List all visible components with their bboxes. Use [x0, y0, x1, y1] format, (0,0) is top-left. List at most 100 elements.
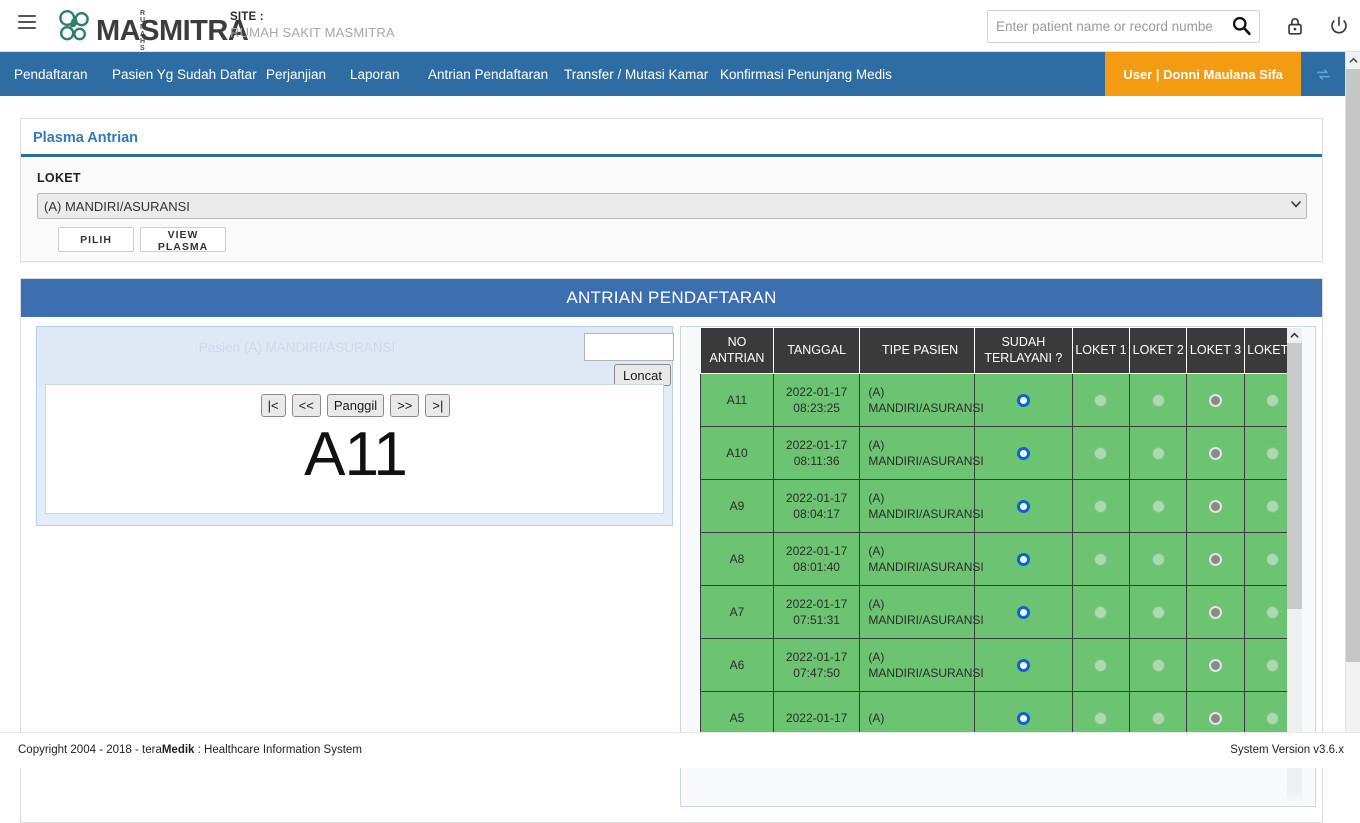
cell-sudah-terlayani-radio[interactable] — [974, 374, 1072, 427]
cell-loket-2-radio[interactable] — [1130, 374, 1187, 427]
cell-sudah-terlayani-radio[interactable] — [974, 533, 1072, 586]
queue-table: NO ANTRIAN TANGGAL TIPE PASIEN SUDAH TER… — [700, 327, 1302, 745]
cell-sudah-terlayani-radio[interactable] — [974, 639, 1072, 692]
power-icon[interactable] — [1328, 15, 1350, 37]
queue-panggil-button[interactable]: Panggil — [327, 394, 384, 417]
table-row[interactable]: A72022-01-1707:51:31(A)MANDIRI/ASURANSI — [701, 586, 1302, 639]
hamburger-menu-icon[interactable] — [18, 15, 38, 35]
radio-selected[interactable] — [1017, 394, 1030, 407]
radio-selected[interactable] — [1017, 712, 1030, 725]
cell-loket-3-radio[interactable] — [1187, 480, 1244, 533]
radio-partial[interactable] — [1209, 712, 1222, 725]
plasma-panel-body: LOKET (A) MANDIRI/ASURANSI PILIH VIEW PL… — [21, 157, 1322, 259]
nav-item-transfer-mutasi-kamar[interactable]: Transfer / Mutasi Kamar — [562, 52, 710, 96]
cell-loket-3-radio[interactable] — [1187, 374, 1244, 427]
table-row[interactable]: A92022-01-1708:04:17(A)MANDIRI/ASURANSI — [701, 480, 1302, 533]
refresh-sync-icon[interactable] — [1301, 52, 1345, 96]
radio-selected[interactable] — [1017, 553, 1030, 566]
radio-partial[interactable] — [1209, 500, 1222, 513]
table-row[interactable]: A62022-01-1707:47:50(A)MANDIRI/ASURANSI — [701, 639, 1302, 692]
radio-unselected[interactable] — [1094, 553, 1107, 566]
page-scroll-thumb[interactable] — [1346, 69, 1360, 662]
cell-loket-3-radio[interactable] — [1187, 427, 1244, 480]
cell-loket-1-radio[interactable] — [1072, 427, 1129, 480]
nav-item-pasien-sudah-daftar[interactable]: Pasien Yg Sudah Daftar — [110, 52, 259, 96]
view-plasma-button[interactable]: VIEW PLASMA — [140, 227, 226, 252]
cell-loket-3-radio[interactable] — [1187, 639, 1244, 692]
nav-item-konfirmasi-penunjang-medis[interactable]: Konfirmasi Penunjang Medis — [718, 52, 894, 96]
radio-unselected[interactable] — [1266, 606, 1279, 619]
search-input[interactable] — [988, 11, 1220, 42]
cell-loket-3-radio[interactable] — [1187, 533, 1244, 586]
radio-selected[interactable] — [1017, 606, 1030, 619]
radio-unselected[interactable] — [1094, 500, 1107, 513]
table-scroll-up-arrow[interactable] — [1287, 328, 1302, 343]
radio-unselected[interactable] — [1266, 712, 1279, 725]
cell-loket-2-radio[interactable] — [1130, 586, 1187, 639]
radio-partial[interactable] — [1209, 606, 1222, 619]
radio-unselected[interactable] — [1152, 394, 1165, 407]
queue-prev-button[interactable]: << — [292, 394, 321, 417]
page-scrollbar[interactable] — [1345, 52, 1360, 768]
queue-first-button[interactable]: |< — [261, 394, 286, 417]
brand-logo[interactable]: R U M A H S A K I T MASMITRA — [54, 3, 96, 49]
radio-unselected[interactable] — [1094, 447, 1107, 460]
nav-item-antrian-pendaftaran[interactable]: Antrian Pendaftaran — [426, 52, 550, 96]
radio-unselected[interactable] — [1152, 553, 1165, 566]
radio-unselected[interactable] — [1094, 712, 1107, 725]
search-icon[interactable] — [1229, 15, 1253, 39]
radio-unselected[interactable] — [1152, 659, 1165, 672]
radio-unselected[interactable] — [1266, 659, 1279, 672]
nav-item-perjanjian[interactable]: Perjanjian — [264, 52, 328, 96]
cell-loket-2-radio[interactable] — [1130, 533, 1187, 586]
radio-unselected[interactable] — [1152, 447, 1165, 460]
lock-icon[interactable] — [1284, 15, 1306, 37]
radio-selected[interactable] — [1017, 659, 1030, 672]
table-row[interactable]: A82022-01-1708:01:40(A)MANDIRI/ASURANSI — [701, 533, 1302, 586]
cell-loket-2-radio[interactable] — [1130, 639, 1187, 692]
cell-sudah-terlayani-radio[interactable] — [974, 586, 1072, 639]
radio-selected[interactable] — [1017, 500, 1030, 513]
nav-item-laporan[interactable]: Laporan — [348, 52, 402, 96]
cell-loket-1-radio[interactable] — [1072, 533, 1129, 586]
radio-unselected[interactable] — [1266, 553, 1279, 566]
table-scroll-thumb[interactable] — [1287, 343, 1302, 609]
queue-display: Pasien (A) MANDIRI/ASURANSI Loncat |< <<… — [36, 326, 673, 526]
queue-next-button[interactable]: >> — [390, 394, 419, 417]
radio-unselected[interactable] — [1266, 447, 1279, 460]
queue-inner-panel: |< << Panggil >> >| A11 — [45, 384, 664, 514]
cell-loket-1-radio[interactable] — [1072, 480, 1129, 533]
radio-unselected[interactable] — [1094, 394, 1107, 407]
radio-selected[interactable] — [1017, 447, 1030, 460]
cell-loket-2-radio[interactable] — [1130, 427, 1187, 480]
nav-item-pendaftaran[interactable]: Pendaftaran — [12, 52, 90, 96]
user-menu-button[interactable]: User | Donni Maulana Sifa — [1105, 52, 1301, 96]
cell-loket-1-radio[interactable] — [1072, 374, 1129, 427]
radio-partial[interactable] — [1209, 447, 1222, 460]
cell-loket-2-radio[interactable] — [1130, 480, 1187, 533]
pilih-button[interactable]: PILIH — [58, 227, 134, 252]
cell-loket-1-radio[interactable] — [1072, 639, 1129, 692]
radio-partial[interactable] — [1209, 659, 1222, 672]
radio-unselected[interactable] — [1266, 500, 1279, 513]
table-row[interactable]: A112022-01-1708:23:25(A)MANDIRI/ASURANSI — [701, 374, 1302, 427]
queue-last-button[interactable]: >| — [425, 394, 450, 417]
radio-partial[interactable] — [1209, 553, 1222, 566]
queue-topbar: Pasien (A) MANDIRI/ASURANSI Loncat — [37, 327, 672, 387]
loncat-input[interactable] — [584, 333, 674, 361]
radio-unselected[interactable] — [1152, 606, 1165, 619]
cell-sudah-terlayani-radio[interactable] — [974, 480, 1072, 533]
table-row[interactable]: A102022-01-1708:11:36(A)MANDIRI/ASURANSI — [701, 427, 1302, 480]
radio-unselected[interactable] — [1152, 500, 1165, 513]
radio-partial[interactable] — [1209, 394, 1222, 407]
loket-select[interactable]: (A) MANDIRI/ASURANSI — [37, 193, 1307, 219]
cell-loket-1-radio[interactable] — [1072, 586, 1129, 639]
radio-unselected[interactable] — [1266, 394, 1279, 407]
loncat-button[interactable]: Loncat — [614, 364, 671, 386]
cell-sudah-terlayani-radio[interactable] — [974, 427, 1072, 480]
radio-unselected[interactable] — [1094, 606, 1107, 619]
page-scroll-up-arrow[interactable] — [1346, 52, 1360, 69]
cell-loket-3-radio[interactable] — [1187, 586, 1244, 639]
radio-unselected[interactable] — [1152, 712, 1165, 725]
radio-unselected[interactable] — [1094, 659, 1107, 672]
